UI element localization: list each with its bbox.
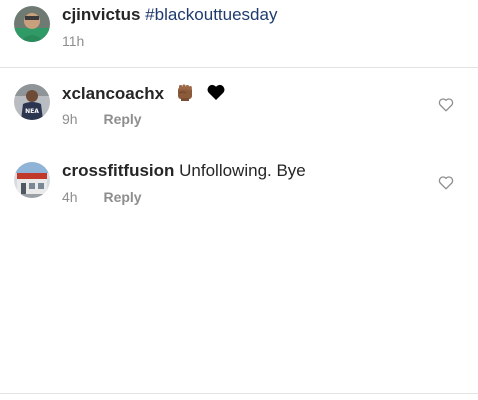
avatar-cjinvictus[interactable]	[14, 6, 50, 42]
raised-fist-icon	[177, 84, 192, 101]
comment-line: crossfitfusion Unfollowing. Bye	[62, 160, 306, 182]
bottom-divider	[0, 393, 478, 394]
comment-line: xclancoachx	[62, 82, 226, 105]
avatar-jersey-text: NEA	[25, 108, 39, 115]
heart-outline-icon[interactable]	[438, 97, 454, 112]
caption-meta: 11h	[62, 33, 84, 49]
caption-line: cjinvictus #blackouttuesday	[62, 4, 277, 26]
comment-username[interactable]: crossfitfusion	[62, 161, 174, 180]
avatar-xclancoachx[interactable]: NEA	[14, 84, 50, 120]
avatar-image	[14, 6, 50, 42]
comment-meta: 9h Reply	[62, 111, 142, 127]
avatar-image: NEA	[14, 84, 50, 120]
reply-button[interactable]: Reply	[103, 189, 141, 205]
caption-username[interactable]: cjinvictus	[62, 5, 140, 24]
heart-outline-icon[interactable]	[438, 175, 454, 190]
avatar-crossfitfusion[interactable]	[14, 162, 50, 198]
comment-text: Unfollowing. Bye	[179, 161, 306, 180]
comment-username[interactable]: xclancoachx	[62, 84, 164, 103]
comment: crossfitfusion Unfollowing. Bye 4h Reply	[0, 156, 478, 236]
reply-button[interactable]: Reply	[103, 111, 141, 127]
comment-time: 9h	[62, 111, 78, 127]
comment-time: 4h	[62, 189, 78, 205]
caption-time: 11h	[62, 33, 85, 49]
comment-meta: 4h Reply	[62, 189, 142, 205]
comment: NEA xclancoachx 9h Reply	[0, 78, 478, 158]
post-caption: cjinvictus #blackouttuesday 11h	[0, 0, 478, 68]
black-heart-icon	[207, 84, 224, 100]
caption-hashtag[interactable]: #blackouttuesday	[145, 5, 277, 24]
avatar-image	[14, 162, 50, 198]
